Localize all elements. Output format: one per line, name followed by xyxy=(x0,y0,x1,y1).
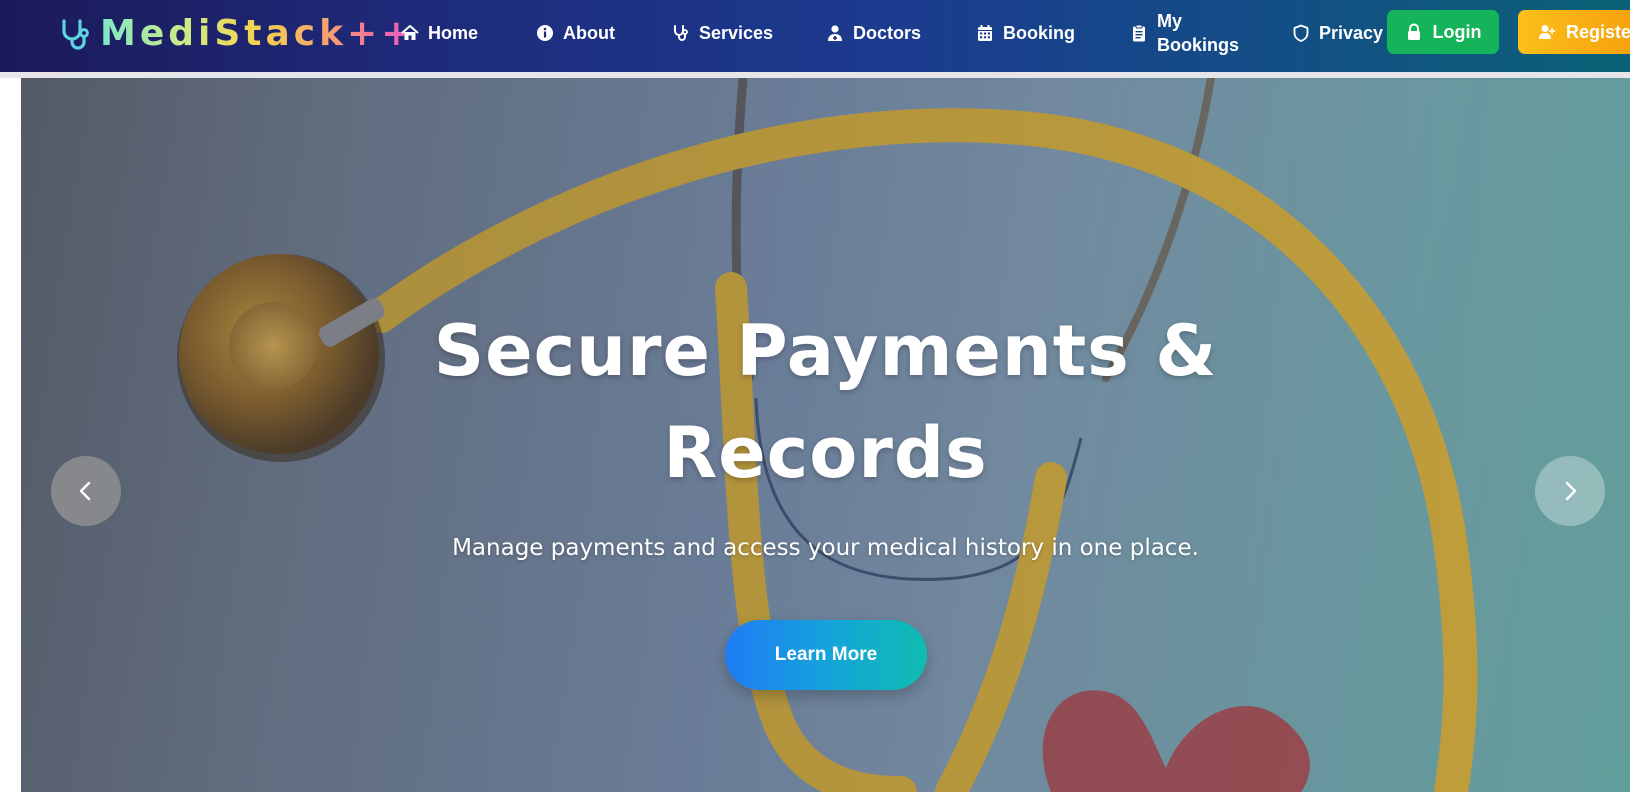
home-icon xyxy=(401,25,419,40)
register-label: Register xyxy=(1566,21,1630,42)
register-button[interactable]: Register xyxy=(1518,10,1630,54)
clipboard-list-icon xyxy=(1133,24,1145,42)
carousel-prev-button[interactable] xyxy=(51,456,121,526)
nav-home[interactable]: Home xyxy=(401,0,478,66)
nav-about-label: About xyxy=(563,22,615,43)
nav-privacy[interactable]: Privacy xyxy=(1292,0,1383,66)
chevron-left-icon xyxy=(79,481,91,501)
lock-icon xyxy=(1407,23,1420,40)
shield-icon xyxy=(1293,24,1309,42)
nav-home-label: Home xyxy=(428,22,479,43)
nav-privacy-label: Privacy xyxy=(1319,22,1384,43)
user-doctor-icon xyxy=(828,25,842,41)
brand-name: MediStack++ xyxy=(100,13,416,54)
calendar-icon xyxy=(978,25,992,41)
stethoscope-icon xyxy=(674,25,688,41)
brand-logo[interactable]: MediStack++ xyxy=(58,14,415,54)
nav-booking[interactable]: Booking xyxy=(976,0,1075,66)
nav-my-bookings[interactable]: My Bookings xyxy=(1130,0,1239,66)
hero-subtitle: Manage payments and access your medical … xyxy=(452,535,1199,561)
login-label: Login xyxy=(1432,21,1482,42)
user-plus-icon xyxy=(1539,25,1555,39)
nav-doctors[interactable]: Doctors xyxy=(826,0,921,66)
nav-my-bookings-line1: My xyxy=(1157,11,1183,31)
hero-carousel: Secure Payments & Records Manage payment… xyxy=(21,78,1630,792)
hero-title-line2: Records xyxy=(663,412,988,494)
nav-my-bookings-line2: Bookings xyxy=(1157,35,1240,55)
info-circle-icon xyxy=(537,25,553,41)
chevron-right-icon xyxy=(1565,481,1577,501)
nav-booking-label: Booking xyxy=(1003,22,1075,43)
hero-title-line1: Secure Payments & xyxy=(433,310,1218,392)
nav-about[interactable]: About xyxy=(536,0,615,66)
nav-services-label: Services xyxy=(699,22,774,43)
nav-services[interactable]: Services xyxy=(672,0,773,66)
carousel-next-button[interactable] xyxy=(1535,456,1605,526)
top-navbar: MediStack++ Home About Services Doctors … xyxy=(0,0,1630,78)
login-button[interactable]: Login xyxy=(1387,10,1499,54)
nav-doctors-label: Doctors xyxy=(853,22,922,43)
nav-my-bookings-label: My Bookings xyxy=(1157,9,1239,57)
stethoscope-logo-icon xyxy=(62,19,89,50)
hero-title: Secure Payments & Records xyxy=(376,300,1276,504)
learn-more-button[interactable]: Learn More xyxy=(725,620,927,690)
